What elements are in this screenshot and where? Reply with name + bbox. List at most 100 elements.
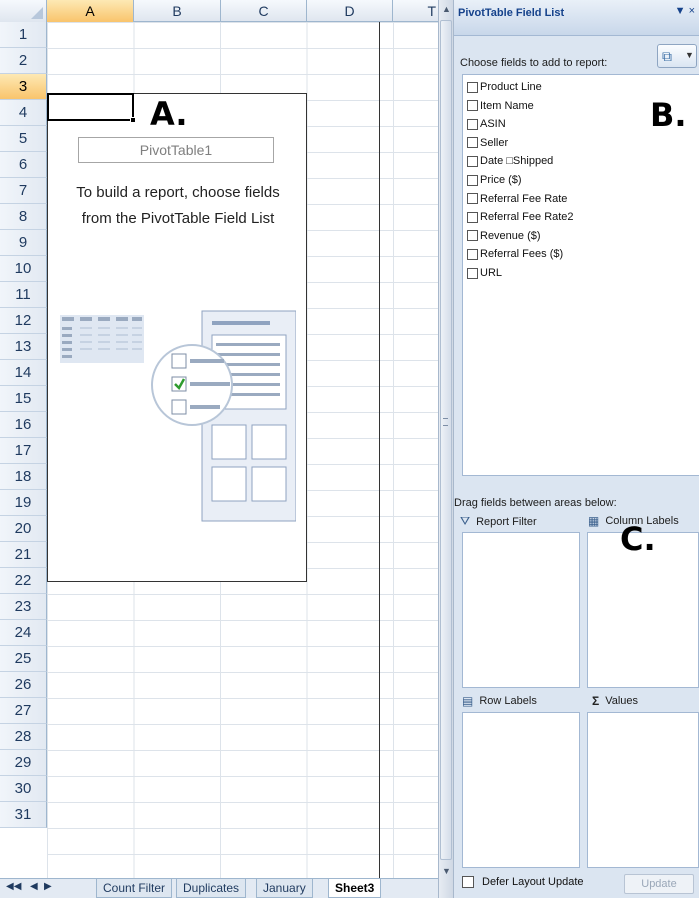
column-header-t[interactable]: T (393, 0, 440, 22)
spreadsheet: A B C D T 1 2 3 4 5 6 7 8 9 10 11 12 13 14 15 16 17 18 19 2… (0, 0, 440, 898)
scroll-down-icon[interactable]: ▼ (442, 866, 451, 876)
row-header-12[interactable]: 12 (0, 308, 47, 334)
report-filter-label: ⛛ Report Filter (460, 514, 537, 529)
fill-handle[interactable] (130, 117, 136, 123)
row-header-24[interactable]: 24 (0, 620, 47, 646)
row-header-2[interactable]: 2 (0, 48, 47, 74)
vertical-scrollbar[interactable]: ▲ ▼ (438, 0, 454, 898)
row-header-27[interactable]: 27 (0, 698, 47, 724)
row-header-1[interactable]: 1 (0, 22, 47, 48)
row-header-28[interactable]: 28 (0, 724, 47, 750)
sheet-tab-active[interactable]: Sheet3 (328, 879, 382, 898)
field-item[interactable]: Referral Fees ($) (467, 245, 563, 263)
pane-title-bar: PivotTable Field List ▼ × (454, 0, 699, 36)
row-header-10[interactable]: 10 (0, 256, 47, 282)
field-checkbox[interactable] (467, 118, 478, 130)
sheet-tab[interactable]: Count Filter (96, 879, 173, 898)
row-header-15[interactable]: 15 (0, 386, 47, 412)
row-header-5[interactable]: 5 (0, 126, 47, 152)
field-label: URL (480, 267, 503, 279)
field-item[interactable]: Revenue ($) (467, 227, 541, 245)
field-checkbox[interactable] (467, 211, 478, 223)
field-item[interactable]: ASIN (467, 115, 506, 133)
field-item[interactable]: Product Line (467, 78, 542, 96)
field-item[interactable]: Seller (467, 134, 508, 152)
field-item[interactable]: Referral Fee Rate2 (467, 208, 574, 226)
pane-options-close-icon[interactable]: ▼ × (675, 5, 695, 17)
field-item[interactable]: URL (467, 264, 502, 282)
field-checkbox[interactable] (467, 100, 478, 112)
row-header-17[interactable]: 17 (0, 438, 47, 464)
row-header-25[interactable]: 25 (0, 646, 47, 672)
field-checkbox[interactable] (467, 81, 478, 93)
row-header-20[interactable]: 20 (0, 516, 47, 542)
row-header-26[interactable]: 26 (0, 672, 47, 698)
row-header-18[interactable]: 18 (0, 464, 47, 490)
field-list-box: Product Line Item Name ASIN Seller Date □Shi… (462, 74, 699, 476)
previous-sheet-icon[interactable]: ◀ (30, 881, 38, 892)
field-item[interactable]: Referral Fee Rate (467, 190, 567, 208)
row-header-30[interactable]: 30 (0, 776, 47, 802)
column-header-b[interactable]: B (134, 0, 221, 22)
report-filter-text: Report Filter (476, 515, 537, 528)
row-header-21[interactable]: 21 (0, 542, 47, 568)
first-sheet-icon[interactable]: ◀◀ (6, 881, 21, 892)
row-header-8[interactable]: 8 (0, 204, 47, 230)
row-header-6[interactable]: 6 (0, 152, 47, 178)
column-header-c[interactable]: C (221, 0, 307, 22)
pivot-table-placeholder[interactable]: PivotTable1 To build a report, choose fi… (47, 93, 307, 582)
row-header-13[interactable]: 13 (0, 334, 47, 360)
defer-layout-checkbox[interactable] (462, 876, 474, 888)
pivot-instruction-line: To build a report, choose fields (76, 184, 280, 201)
next-sheet-icon[interactable]: ▶ (44, 881, 52, 892)
select-all-triangle-icon (31, 7, 43, 19)
row-header-4[interactable]: 4 (0, 100, 47, 126)
sheet-tab[interactable]: Duplicates (176, 879, 247, 898)
scroll-up-icon[interactable]: ▲ (442, 4, 451, 14)
field-checkbox[interactable] (467, 174, 478, 186)
field-item[interactable]: Item Name (467, 97, 534, 115)
column-header-d[interactable]: D (307, 0, 393, 22)
pivot-instructions: To build a report, choose fields from th… (48, 180, 308, 232)
field-list-layout-button[interactable]: ⧉ ▼ (657, 44, 697, 68)
field-checkbox[interactable] (467, 137, 478, 149)
field-label: Referral Fees ($) (480, 248, 564, 261)
field-checkbox[interactable] (467, 248, 478, 260)
pivot-table-name: PivotTable1 (78, 137, 274, 163)
row-header-23[interactable]: 23 (0, 594, 47, 620)
field-checkbox[interactable] (467, 155, 478, 167)
row-header-7[interactable]: 7 (0, 178, 47, 204)
field-label: Date □Shipped (480, 155, 554, 168)
row-header-14[interactable]: 14 (0, 360, 47, 386)
row-header-16[interactable]: 16 (0, 412, 47, 438)
row-header-11[interactable]: 11 (0, 282, 47, 308)
defer-layout-update[interactable]: Defer Layout Update (462, 876, 584, 888)
scroll-thumb[interactable] (440, 20, 452, 860)
row-header-3[interactable]: 3 (0, 74, 47, 100)
field-checkbox[interactable] (467, 193, 478, 205)
row-header-9[interactable]: 9 (0, 230, 47, 256)
select-all-button[interactable] (0, 0, 47, 22)
report-filter-drop-area[interactable] (462, 532, 580, 688)
field-checkbox[interactable] (467, 267, 478, 279)
field-label: ASIN (480, 118, 506, 131)
column-header-a[interactable]: A (47, 0, 134, 22)
column-labels-icon: ▦ (588, 514, 600, 528)
row-labels-text: Row Labels (479, 695, 537, 707)
row-header-29[interactable]: 29 (0, 750, 47, 776)
row-header-31[interactable]: 31 (0, 802, 47, 828)
values-drop-area[interactable] (587, 712, 699, 868)
pivot-illustration-icon (60, 310, 296, 522)
row-header-19[interactable]: 19 (0, 490, 47, 516)
sheet-tab[interactable]: January (256, 879, 313, 898)
row-labels-drop-area[interactable] (462, 712, 580, 868)
update-button[interactable]: Update (624, 874, 694, 894)
field-item[interactable]: Date □Shipped (467, 152, 553, 170)
sigma-icon: Σ (592, 694, 600, 708)
selected-cell-a3[interactable] (47, 93, 134, 121)
defer-layout-label: Defer Layout Update (482, 876, 584, 888)
field-item[interactable]: Price ($) (467, 171, 522, 189)
row-header-22[interactable]: 22 (0, 568, 47, 594)
field-checkbox[interactable] (467, 230, 478, 242)
field-label: Item Name (480, 99, 534, 112)
